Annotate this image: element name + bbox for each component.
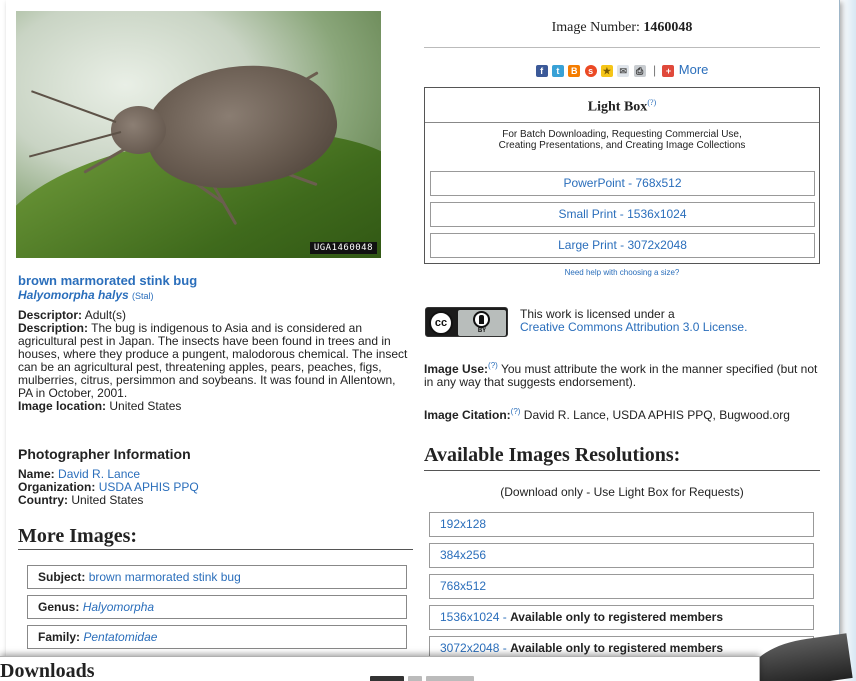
divider [424,47,820,48]
divider [18,549,413,550]
cc-icon: cc [429,311,453,335]
description-line: Description: The bug is indigenous to As… [18,322,413,400]
row-label: Family: [38,630,81,644]
downloads-heading: Downloads [0,660,95,681]
right-edge-shade [840,0,856,681]
share-separator: | [652,63,657,77]
description-label: Description: [18,321,89,335]
powerpoint-button[interactable]: PowerPoint - 768x512 [430,171,815,196]
image-use: Image Use:(?) You must attribute the wor… [424,359,820,389]
image-number: Image Number: 1460048 [424,20,820,36]
resolution-row: 1536x1024 - Available only to registered… [429,605,814,630]
image-number-value: 1460048 [643,20,693,35]
photographer-heading: Photographer Information [18,446,191,462]
divider [424,470,820,471]
add-more-icon[interactable]: + [662,64,675,77]
photo-id-label: UGA1460048 [309,242,377,254]
stumbleupon-icon[interactable]: s [584,64,597,77]
descriptor-value: Adult(s) [84,308,127,322]
photographer-name-link[interactable]: David R. Lance [58,467,140,481]
image-location-value: United States [109,399,182,413]
favorites-icon[interactable]: ★ [600,64,613,77]
available-resolutions-subtitle: (Download only - Use Light Box for Reque… [500,485,744,499]
country-value: United States [71,493,144,507]
image-citation-text: David R. Lance, USDA APHIS PPQ, Bugwood.… [523,408,790,422]
more-images-row-subject: Subject: brown marmorated stink bug [27,565,407,589]
resolution-separator: - [499,610,511,624]
organization-label: Organization: [18,480,96,494]
photographer-name-label: Name: [18,467,55,481]
resolution-384-link[interactable]: 384x256 [440,548,486,562]
resolution-row: 768x512 [429,574,814,599]
descriptor-label: Descriptor: [18,308,83,322]
photographer-info: Name: David R. Lance Organization: USDA … [18,468,199,507]
resolution-3072-link[interactable]: 3072x2048 [440,641,499,655]
light-box-title: Light Box(?) [425,98,819,116]
genus-link[interactable]: Halyomorpha [83,600,154,614]
bug-head [111,106,166,154]
row-label: Genus: [38,600,80,614]
image-number-label: Image Number: [551,20,640,35]
resolution-768-link[interactable]: 768x512 [440,579,486,593]
resolution-1536-link[interactable]: 1536x1024 [440,610,499,624]
more-images-heading: More Images: [18,525,138,547]
resolution-row: 384x256 [429,543,814,568]
creative-commons-badge[interactable]: cc BY [425,307,508,337]
image-use-label: Image Use: [424,362,489,376]
scientific-name-link[interactable]: Halyomorpha halys [18,288,129,302]
scientific-name-line: Halyomorpha halys (Stal) [18,288,154,302]
description-block: Descriptor: Adult(s) Description: The bu… [18,309,413,413]
registered-members-note: Available only to registered members [510,641,724,655]
organization-link[interactable]: USDA APHIS PPQ [99,480,199,494]
image-location-label: Image location: [18,399,107,413]
image-citation: Image Citation:(?) David R. Lance, USDA … [424,405,820,422]
large-print-button[interactable]: Large Print - 3072x2048 [430,233,815,258]
more-images-row-family: Family: Pentatomidae [27,625,407,649]
light-box-description-line: Creating Presentations, and Creating Ima… [498,140,746,151]
cc-by-text: BY [477,328,487,334]
facebook-icon[interactable]: f [535,64,548,77]
divider [425,122,819,123]
small-print-button[interactable]: Small Print - 1536x1024 [430,202,815,227]
registered-members-note: Available only to registered members [510,610,724,624]
author-citation: (Stal) [132,291,154,301]
image-citation-label: Image Citation: [424,408,511,422]
bug-antenna [28,131,122,158]
image-citation-help-link[interactable]: (?) [511,407,521,416]
family-link[interactable]: Pentatomidae [83,630,157,644]
light-box-help-link[interactable]: (?) [647,98,656,107]
size-help-link[interactable]: Need help with choosing a size? [424,268,820,277]
license-link[interactable]: Creative Commons Attribution 3.0 License… [520,320,747,334]
country-label: Country: [18,493,68,507]
blogger-icon[interactable]: B [568,64,581,77]
email-icon[interactable]: ✉ [617,64,630,77]
image-location-line: Image location: United States [18,400,413,413]
cc-by-panel: BY [458,310,506,336]
light-box-description-line: For Batch Downloading, Requesting Commer… [502,129,742,140]
resolution-192-link[interactable]: 192x128 [440,517,486,531]
share-more-link[interactable]: More [679,62,709,77]
subject-link[interactable]: brown marmorated stink bug [89,570,241,584]
light-box-panel: Light Box(?) For Batch Downloading, Requ… [424,87,820,264]
share-toolbar: f t B s ★ ✉ ⎙ | + More [424,62,820,77]
downloads-window: Downloads [0,656,760,681]
attribution-person-icon [473,311,490,328]
common-name-link[interactable]: brown marmorated stink bug [18,273,197,288]
twitter-icon[interactable]: t [551,64,564,77]
resolution-row: 192x128 [429,512,814,537]
bug-antenna [31,90,117,123]
print-icon[interactable]: ⎙ [633,64,646,77]
clipped-text [370,674,520,681]
light-box-title-text: Light Box [587,99,648,115]
light-box-description: For Batch Downloading, Requesting Commer… [425,129,819,151]
row-label: Subject: [38,570,86,584]
license-text: This work is licensed under a Creative C… [520,308,747,334]
specimen-photo[interactable]: UGA1460048 [16,11,381,258]
image-use-help-link[interactable]: (?) [488,361,498,370]
resolution-separator: - [499,641,511,655]
available-resolutions-heading: Available Images Resolutions: [424,444,681,466]
more-images-row-genus: Genus: Halyomorpha [27,595,407,619]
